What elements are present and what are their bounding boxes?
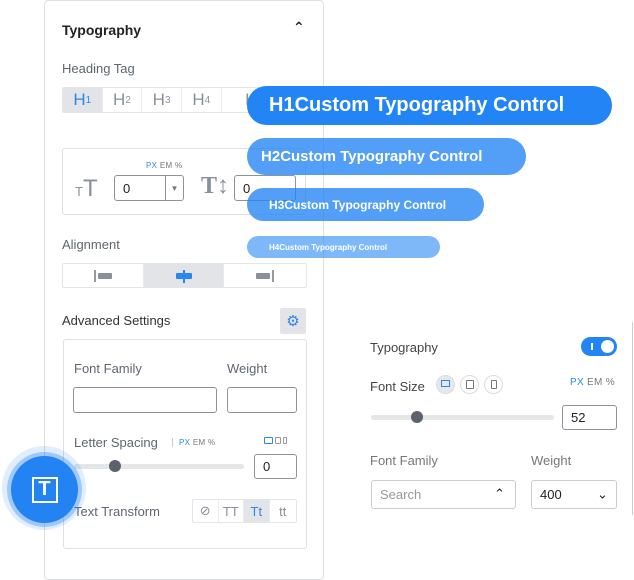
collapse-chevron-icon[interactable]: ⌃ [293,19,305,36]
tablet-icon[interactable] [275,437,282,444]
text-transform-selector: ⊘ TT Tt tt [192,499,297,523]
heading-tag-h4[interactable]: H4 [182,88,222,112]
alignment-label: Alignment [62,237,120,252]
weight-label: Weight [531,453,572,468]
capitalize-option[interactable]: Tt [244,500,270,522]
typography-logo-icon: T [11,456,78,523]
font-size-icon: TT [75,175,98,202]
chevron-up-icon[interactable]: ⌃ [494,486,505,502]
line-height-icon: T↕ [201,173,230,199]
heading-tag-h1[interactable]: H1 [63,88,103,112]
uppercase-option[interactable]: TT [219,500,245,522]
font-size-label: Font Size [370,379,425,394]
font-family-search[interactable]: Search ⌃ [371,480,516,509]
advanced-settings-label: Advanced Settings [62,313,171,328]
font-size-units[interactable]: PX EM % [146,161,182,170]
slider-handle[interactable] [410,411,423,423]
letter-spacing-slider[interactable] [74,460,244,472]
lowercase-option[interactable]: tt [270,500,296,522]
chevron-down-icon[interactable]: ⌃ [597,485,608,501]
typography-toggle[interactable] [581,337,617,356]
align-right-icon[interactable] [224,264,306,287]
desktop-icon[interactable] [436,375,455,394]
desktop-icon[interactable] [264,437,273,444]
h3-preview-pill: H3 Custom Typography Control [247,188,484,221]
slider-handle[interactable] [108,460,121,472]
mobile-icon[interactable] [283,437,288,444]
h2-preview-pill: H2 Custom Typography Control [247,138,526,175]
dropdown-caret-icon[interactable]: ▼ [165,176,183,200]
h4-preview-pill: H4 Custom Typography Control [247,236,440,258]
font-size-slider[interactable] [371,411,554,423]
font-size-input[interactable]: 0 ▼ [114,175,184,201]
align-left-icon[interactable] [63,264,145,287]
align-center-icon[interactable] [144,264,224,287]
right-typography-title: Typography [370,340,438,355]
tablet-icon[interactable] [460,375,479,394]
mobile-icon[interactable] [484,375,503,394]
weight-select[interactable]: 400 ⌃ [531,480,617,509]
device-icons[interactable] [264,437,288,446]
letter-spacing-input[interactable]: 0 [254,454,297,479]
font-size-input[interactable]: 52 [562,405,617,430]
gear-icon[interactable]: ⚙ [280,308,306,334]
right-units[interactable]: PX EM % [570,377,615,388]
advanced-settings-box: Font Family Weight Letter Spacing PX EM … [63,339,307,549]
font-family-input[interactable] [73,387,217,413]
panel-title: Typography [62,22,142,38]
scrollbar[interactable] [632,322,633,515]
font-family-label: Font Family [74,361,142,376]
alignment-selector [62,263,307,288]
heading-tag-h2[interactable]: H2 [103,88,143,112]
font-family-label: Font Family [370,453,438,468]
no-transform-icon[interactable]: ⊘ [193,500,219,522]
letter-spacing-label: Letter Spacing [74,435,158,450]
heading-tag-h3[interactable]: H3 [142,88,182,112]
weight-label: Weight [227,361,268,376]
heading-tag-label: Heading Tag [62,61,135,76]
h1-preview-pill: H1 Custom Typography Control [247,86,612,125]
weight-input[interactable] [227,387,297,413]
text-transform-label: Text Transform [74,504,160,519]
letter-spacing-units[interactable]: PX EM % [172,438,215,447]
